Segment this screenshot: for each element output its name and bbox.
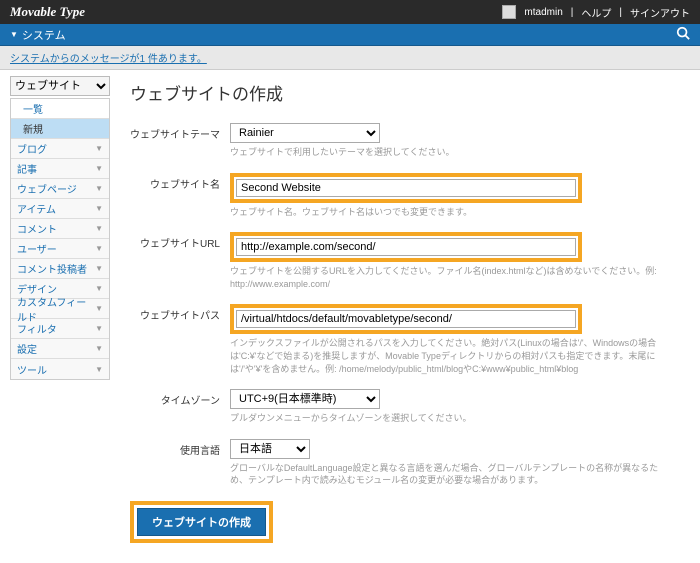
sidebar-item[interactable]: コメント ▼: [11, 219, 109, 239]
theme-select[interactable]: Rainier: [230, 123, 380, 143]
path-hint: インデックスファイルが公開されるパスを入力してください。絶対パス(Linuxの場…: [230, 337, 670, 375]
sidebar-item-label: アイテム: [17, 201, 56, 216]
chevron-down-icon: ▼: [95, 144, 103, 153]
sidebar-item-label: ウェブページ: [17, 181, 77, 196]
message-bar: システムからのメッセージが1 件あります。: [0, 46, 700, 70]
language-hint: グローバルなDefaultLanguage設定と異なる言語を選んだ場合、グローバ…: [230, 462, 670, 487]
website-url-input[interactable]: [236, 238, 576, 256]
sidebar-item-label: フィルタ: [17, 321, 57, 336]
sidebar-item-label: ブログ: [17, 141, 47, 156]
nav-chevron-icon[interactable]: ▼: [10, 30, 18, 39]
sidebar-item[interactable]: 記事 ▼: [11, 159, 109, 179]
sidebar-item-label: コメント投稿者: [17, 261, 87, 276]
language-select[interactable]: 日本語: [230, 439, 310, 459]
sidebar-item[interactable]: ブログ ▼: [11, 139, 109, 159]
sidebar-item[interactable]: 一覧: [11, 99, 109, 119]
chevron-down-icon: ▼: [95, 284, 103, 293]
main-content: ウェブサイトの作成 ウェブサイトテーマ Rainier ウェブサイトで利用したい…: [110, 70, 700, 563]
sidebar-scope-selector[interactable]: ウェブサイト: [10, 76, 110, 96]
language-label: 使用言語: [130, 439, 230, 487]
chevron-down-icon: ▼: [95, 164, 103, 173]
create-website-button[interactable]: ウェブサイトの作成: [137, 508, 266, 536]
help-link[interactable]: ヘルプ: [581, 5, 611, 20]
website-name-input[interactable]: [236, 179, 576, 197]
website-path-input[interactable]: [236, 310, 576, 328]
name-label: ウェブサイト名: [130, 173, 230, 219]
theme-hint: ウェブサイトで利用したいテーマを選択してください。: [230, 146, 670, 159]
theme-label: ウェブサイトテーマ: [130, 123, 230, 159]
sidebar-item[interactable]: 設定 ▼: [11, 339, 109, 359]
brand-logo: Movable Type: [10, 4, 85, 20]
sidebar-item-label: 一覧: [23, 101, 43, 116]
url-hint: ウェブサイトを公開するURLを入力してください。ファイル名(index.html…: [230, 265, 670, 290]
sidebar: ウェブサイト 一覧新規ブログ ▼ 記事 ▼ ウェブページ ▼ アイテム ▼ コメント ▼ ユーザー ▼…: [0, 70, 110, 563]
topbar-right: mtadmin | ヘルプ | サインアウト: [502, 5, 690, 20]
sidebar-item[interactable]: ウェブページ ▼: [11, 179, 109, 199]
nav-system[interactable]: システム: [22, 27, 66, 43]
search-icon[interactable]: [676, 26, 690, 43]
chevron-down-icon: ▼: [95, 324, 103, 333]
sidebar-item[interactable]: ツール ▼: [11, 359, 109, 379]
sidebar-item[interactable]: アイテム ▼: [11, 199, 109, 219]
sidebar-item-label: 新規: [23, 121, 43, 136]
chevron-down-icon: ▼: [95, 304, 103, 313]
sidebar-item-label: ユーザー: [17, 241, 57, 256]
signout-link[interactable]: サインアウト: [630, 5, 690, 20]
navbar: ▼ システム: [0, 24, 700, 46]
chevron-down-icon: ▼: [95, 264, 103, 273]
sidebar-item-label: ツール: [17, 362, 47, 377]
chevron-down-icon: ▼: [95, 365, 103, 374]
sidebar-item-label: 記事: [17, 161, 37, 176]
name-hint: ウェブサイト名。ウェブサイト名はいつでも変更できます。: [230, 206, 670, 219]
sidebar-item-label: 設定: [17, 341, 37, 356]
sidebar-list: 一覧新規ブログ▼記事▼ウェブページ▼アイテム▼コメント▼ユーザー▼コメント投稿者…: [10, 98, 110, 380]
chevron-down-icon: ▼: [95, 224, 103, 233]
chevron-down-icon: ▼: [95, 184, 103, 193]
chevron-down-icon: ▼: [95, 204, 103, 213]
path-label: ウェブサイトパス: [130, 304, 230, 375]
chevron-down-icon: ▼: [95, 244, 103, 253]
url-label: ウェブサイトURL: [130, 232, 230, 290]
sidebar-item[interactable]: ユーザー ▼: [11, 239, 109, 259]
user-avatar-icon: [502, 5, 516, 19]
sidebar-item-label: カスタムフィールド: [17, 294, 95, 324]
timezone-label: タイムゾーン: [130, 389, 230, 425]
topbar: Movable Type mtadmin | ヘルプ | サインアウト: [0, 0, 700, 24]
timezone-select[interactable]: UTC+9(日本標準時): [230, 389, 380, 409]
system-message-link[interactable]: システムからのメッセージが1 件あります。: [10, 54, 207, 65]
chevron-down-icon: ▼: [95, 344, 103, 353]
sidebar-item[interactable]: コメント投稿者 ▼: [11, 259, 109, 279]
page-title: ウェブサイトの作成: [130, 80, 670, 105]
sidebar-item-label: コメント: [17, 221, 57, 236]
sidebar-item[interactable]: 新規: [11, 119, 109, 139]
user-link[interactable]: mtadmin: [524, 7, 562, 18]
timezone-hint: プルダウンメニューからタイムゾーンを選択してください。: [230, 412, 670, 425]
sidebar-item[interactable]: カスタムフィールド▼: [11, 299, 109, 319]
